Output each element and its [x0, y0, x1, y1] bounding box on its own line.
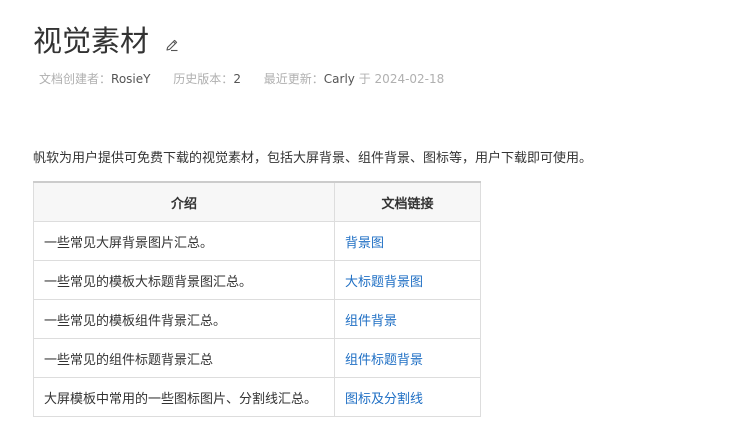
row-link-cell: 组件背景 — [334, 299, 481, 339]
table-row: 一些常见的模板组件背景汇总。 组件背景 — [33, 299, 481, 339]
link-component-background[interactable]: 组件背景 — [345, 314, 397, 329]
updated-date: 2024-02-18 — [374, 72, 445, 86]
table-row: 大屏模板中常用的一些图标图片、分割线汇总。 图标及分割线 — [33, 377, 481, 417]
row-link-cell: 大标题背景图 — [334, 260, 481, 300]
link-icons-dividers[interactable]: 图标及分割线 — [345, 392, 423, 407]
header-intro: 介绍 — [33, 181, 335, 222]
row-desc: 一些常见的模板大标题背景图汇总。 — [33, 260, 335, 300]
updated-sep: 于 — [354, 72, 375, 86]
table-row: 一些常见大屏背景图片汇总。 背景图 — [33, 221, 481, 261]
table-header-row: 介绍 文档链接 — [33, 181, 481, 222]
page-title: 视觉素材 — [33, 24, 150, 58]
updated-by[interactable]: Carly — [324, 72, 355, 86]
table-row: 一些常见的模板大标题背景图汇总。 大标题背景图 — [33, 260, 481, 300]
row-desc: 大屏模板中常用的一些图标图片、分割线汇总。 — [33, 377, 335, 417]
meta-history[interactable]: 历史版本：2 — [173, 72, 241, 86]
meta-updated: 最近更新：Carly 于 2024-02-18 — [264, 72, 445, 86]
row-desc: 一些常见大屏背景图片汇总。 — [33, 221, 335, 261]
link-background[interactable]: 背景图 — [345, 236, 384, 251]
table-row: 一些常见的组件标题背景汇总 组件标题背景 — [33, 338, 481, 378]
creator-label: 文档创建者： — [39, 72, 112, 86]
creator-name[interactable]: RosieY — [111, 72, 150, 86]
link-title-background[interactable]: 大标题背景图 — [345, 275, 423, 290]
intro-paragraph: 帆软为用户提供可免费下载的视觉素材，包括大屏背景、组件背景、图标等，用户下载即可… — [33, 151, 593, 166]
row-desc: 一些常见的模板组件背景汇总。 — [33, 299, 335, 339]
history-label: 历史版本： — [173, 72, 234, 86]
pencil-icon[interactable] — [165, 37, 179, 52]
row-link-cell: 图标及分割线 — [334, 377, 481, 417]
history-count[interactable]: 2 — [233, 72, 241, 86]
row-link-cell: 组件标题背景 — [334, 338, 481, 378]
doc-meta: 文档创建者：RosieY 历史版本：2 最近更新：Carly 于 2024-02… — [39, 71, 463, 87]
link-component-title-background[interactable]: 组件标题背景 — [345, 353, 423, 368]
materials-table: 介绍 文档链接 一些常见大屏背景图片汇总。 背景图 一些常见的模板大标题背景图汇… — [33, 181, 481, 417]
title-row: 视觉素材 — [33, 22, 179, 60]
meta-creator: 文档创建者：RosieY — [39, 72, 150, 86]
row-desc: 一些常见的组件标题背景汇总 — [33, 338, 335, 378]
row-link-cell: 背景图 — [334, 221, 481, 261]
header-link: 文档链接 — [334, 181, 481, 222]
updated-label: 最近更新： — [263, 72, 324, 86]
page: 视觉素材 文档创建者：RosieY 历史版本：2 最近更新：Carly 于 20… — [0, 0, 732, 424]
